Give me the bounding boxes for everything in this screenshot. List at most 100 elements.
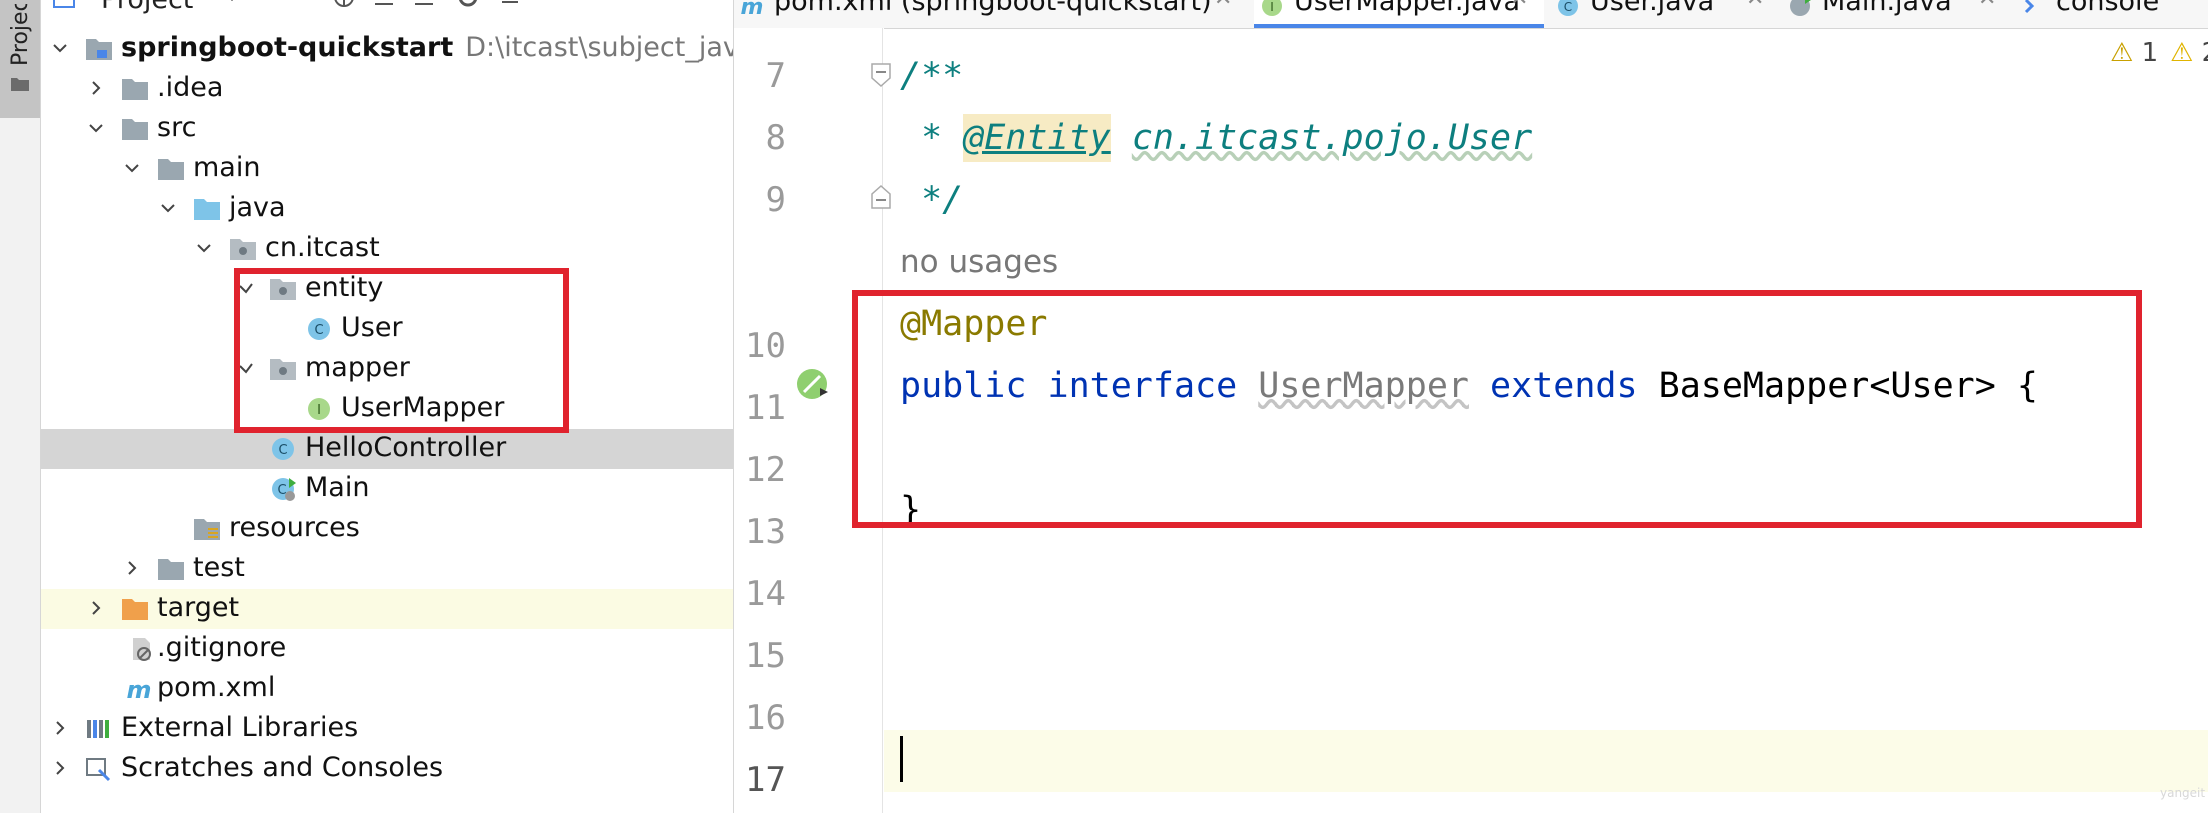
code-line-8[interactable]: * @Entity cn.itcast.pojo.User xyxy=(900,114,1533,162)
tab-usermapper-java[interactable]: I UserMapper.java ✕ xyxy=(1254,0,1544,28)
tree-item-main[interactable]: main xyxy=(41,149,733,189)
source-folder-icon xyxy=(194,199,220,220)
libraries-icon xyxy=(87,720,109,738)
collapse-all-icon[interactable] xyxy=(371,0,397,10)
javadoc-reference: cn.itcast.pojo.User xyxy=(1131,118,1533,158)
tree-item-label: src xyxy=(157,112,197,143)
tree-item-target[interactable]: target xyxy=(41,589,733,629)
tree-item-gitignore[interactable]: .gitignore xyxy=(41,629,733,669)
tree-item-hellocontroller[interactable]: C HelloController xyxy=(41,429,733,469)
close-icon[interactable]: ✕ xyxy=(1978,0,1996,11)
tree-item-external-libraries[interactable]: External Libraries xyxy=(41,709,733,749)
project-panel-title[interactable]: Project xyxy=(101,0,193,15)
package-icon xyxy=(230,239,256,260)
tree-item-java[interactable]: java xyxy=(41,189,733,229)
tree-item-label: .gitignore xyxy=(157,632,287,663)
tab-console[interactable]: console xyxy=(2016,0,2196,28)
annotation-box-code xyxy=(852,290,2142,528)
warning-count: 1 xyxy=(2141,38,2159,68)
implemented-gutter-icon[interactable] xyxy=(794,366,834,406)
tab-label: console xyxy=(2056,0,2160,17)
close-icon[interactable]: ✕ xyxy=(1746,0,1764,11)
watermark: yangeit xyxy=(2160,786,2206,800)
main-class-icon: C xyxy=(272,478,296,501)
tree-item-main-class[interactable]: C Main xyxy=(41,469,733,509)
chevron-right-icon[interactable] xyxy=(51,719,69,737)
svg-text:C: C xyxy=(278,443,287,458)
line-number: 9 xyxy=(765,180,786,220)
tool-window-strip: Project xyxy=(0,0,41,813)
chevron-down-icon[interactable] xyxy=(219,0,245,10)
class-icon: C xyxy=(1558,0,1578,16)
chevron-right-icon[interactable] xyxy=(87,79,105,97)
minimize-icon[interactable] xyxy=(497,0,523,10)
tree-item-test[interactable]: test xyxy=(41,549,733,589)
code-line-7[interactable]: /** xyxy=(900,56,963,96)
usages-hint[interactable]: no usages xyxy=(900,244,1058,280)
expand-all-icon[interactable] xyxy=(411,0,437,10)
line-number: 10 xyxy=(745,326,786,366)
interface-icon: I xyxy=(1262,0,1282,16)
weak-warning-widget[interactable]: ⚠ 2 xyxy=(2170,38,2208,68)
active-tab-indicator xyxy=(1254,24,1544,28)
tab-main-java[interactable]: Main.java ✕ xyxy=(1782,0,2008,28)
locate-icon[interactable] xyxy=(331,0,357,10)
tab-label: Main.java xyxy=(1822,0,1952,17)
folder-icon xyxy=(122,119,148,140)
close-icon[interactable]: ✕ xyxy=(1214,0,1232,11)
tree-item-resources[interactable]: resources xyxy=(41,509,733,549)
tree-item-label: cn.itcast xyxy=(265,232,380,263)
excluded-folder-icon xyxy=(122,599,148,620)
line-number: 13 xyxy=(745,512,786,552)
fold-icon[interactable] xyxy=(870,184,892,210)
fold-icon[interactable] xyxy=(870,62,892,88)
tree-item-cn-itcast[interactable]: cn.itcast xyxy=(41,229,733,269)
tree-item-label: HelloController xyxy=(305,432,507,463)
project-tool-window-button[interactable]: Project xyxy=(0,0,40,118)
tree-item-label: .idea xyxy=(157,72,224,103)
svg-text:m: m xyxy=(126,676,151,702)
chevron-right-icon[interactable] xyxy=(51,759,69,777)
inspection-widget[interactable]: ⚠ 1 xyxy=(2110,38,2158,68)
gear-icon[interactable] xyxy=(455,0,481,10)
chevron-down-icon[interactable] xyxy=(195,239,213,257)
main-class-icon xyxy=(1790,0,1811,16)
chevron-down-icon[interactable] xyxy=(51,39,69,57)
line-number: 14 xyxy=(745,574,786,614)
folder-icon xyxy=(11,78,29,91)
ignore-file-icon xyxy=(133,638,151,661)
chevron-down-icon[interactable] xyxy=(87,119,105,137)
tab-label: pom.xml (springboot-quickstart) xyxy=(774,0,1212,17)
editor-tab-bar: m pom.xml (springboot-quickstart) ✕ I Us… xyxy=(734,0,2208,29)
chevron-right-icon[interactable] xyxy=(87,599,105,617)
chevron-down-icon[interactable] xyxy=(159,199,177,217)
svg-text:C: C xyxy=(1564,0,1572,14)
chevron-down-icon[interactable] xyxy=(123,159,141,177)
tab-user-java[interactable]: C User.java ✕ xyxy=(1550,0,1776,28)
tree-item-idea[interactable]: .idea xyxy=(41,69,733,109)
tree-item-label: External Libraries xyxy=(121,712,359,743)
warning-icon: ⚠ xyxy=(2170,38,2194,68)
tree-item-label: target xyxy=(157,592,240,623)
tree-item-src[interactable]: src xyxy=(41,109,733,149)
tree-item-label: pom.xml xyxy=(157,672,276,703)
maven-icon: m xyxy=(741,0,764,18)
tree-item-pom-xml[interactable]: m pom.xml xyxy=(41,669,733,709)
tab-pom-xml[interactable]: m pom.xml (springboot-quickstart) ✕ xyxy=(734,0,1250,28)
tree-item-springboot-quickstart[interactable]: springboot-quickstart D:\itcast\subject_j… xyxy=(41,29,733,69)
chevron-right-icon[interactable] xyxy=(123,559,141,577)
javadoc-prefix: * xyxy=(900,118,964,158)
maven-icon: m xyxy=(126,676,151,702)
project-tool-label: Project xyxy=(8,4,33,66)
annotation-box-packages xyxy=(234,268,569,433)
project-panel-header: Project xyxy=(41,0,733,15)
code-line-9[interactable]: */ xyxy=(900,180,963,220)
project-view-icon xyxy=(53,0,75,8)
tree-item-label: resources xyxy=(229,512,360,543)
tab-label: User.java xyxy=(1590,0,1715,17)
line-number: 8 xyxy=(765,118,786,158)
tree-item-scratches[interactable]: Scratches and Consoles xyxy=(41,749,733,789)
tree-item-label: java xyxy=(229,192,286,223)
close-icon[interactable]: ✕ xyxy=(1510,0,1528,11)
folder-icon xyxy=(158,159,184,180)
